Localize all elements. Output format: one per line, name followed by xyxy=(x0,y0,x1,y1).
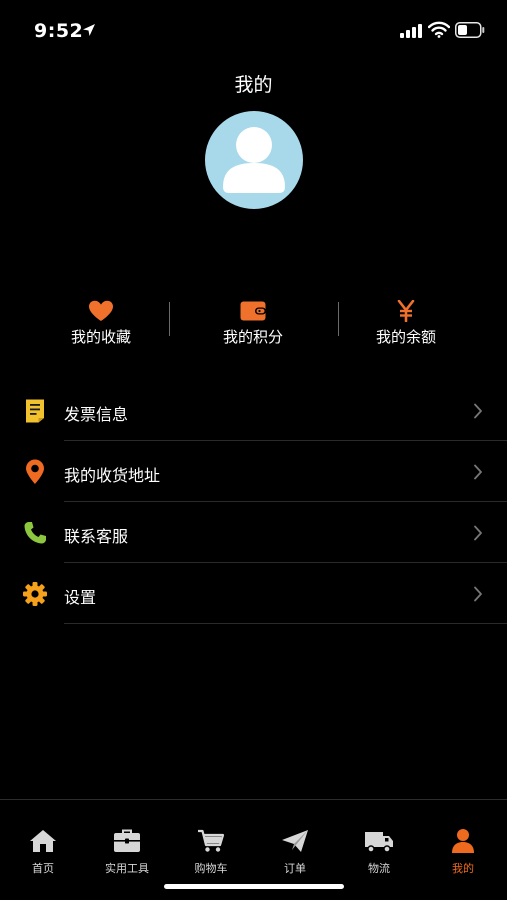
user-silhouette-icon xyxy=(223,127,285,193)
chevron-right-icon xyxy=(474,525,482,541)
heart-icon xyxy=(89,300,113,321)
location-arrow-icon xyxy=(83,24,95,36)
wifi-icon xyxy=(428,21,450,38)
menu-list: 发票信息 我的收货地址 联系客服 设置 xyxy=(0,380,507,624)
menu-item-address[interactable]: 我的收货地址 xyxy=(0,441,507,502)
phone-icon xyxy=(24,522,46,544)
stat-points[interactable]: 我的积分 xyxy=(193,298,313,348)
location-pin-icon xyxy=(26,459,44,484)
stat-balance[interactable]: 我的余额 xyxy=(346,298,466,348)
toolbox-icon xyxy=(114,829,140,852)
stat-favorites[interactable]: 我的收藏 xyxy=(41,298,161,348)
tab-logistics[interactable]: 物流 xyxy=(337,828,421,878)
tab-mine[interactable]: 我的 xyxy=(421,828,505,878)
status-time: 9:52 xyxy=(34,20,84,42)
menu-item-label: 发票信息 xyxy=(64,405,129,424)
stat-divider xyxy=(169,302,170,336)
avatar[interactable] xyxy=(205,111,303,209)
menu-item-label: 我的收货地址 xyxy=(64,466,161,485)
cart-icon xyxy=(198,829,225,852)
home-indicator xyxy=(164,884,344,889)
page-title: 我的 xyxy=(234,74,273,96)
tab-home[interactable]: 首页 xyxy=(1,828,85,878)
chevron-right-icon xyxy=(474,586,482,602)
tab-label: 购物车 xyxy=(194,862,228,875)
stat-divider xyxy=(338,302,339,336)
tab-label: 我的 xyxy=(452,862,474,875)
gear-icon xyxy=(23,582,47,606)
yen-icon xyxy=(397,300,415,322)
cellular-signal-icon xyxy=(400,24,422,38)
menu-item-settings[interactable]: 设置 xyxy=(0,563,507,624)
tab-tools[interactable]: 实用工具 xyxy=(85,828,169,878)
tab-label: 首页 xyxy=(32,862,54,875)
menu-item-invoice[interactable]: 发票信息 xyxy=(0,380,507,441)
invoice-icon xyxy=(26,399,44,423)
tab-orders[interactable]: 订单 xyxy=(253,828,337,878)
menu-item-label: 联系客服 xyxy=(64,527,129,546)
stat-label: 我的积分 xyxy=(222,328,283,346)
stat-label: 我的余额 xyxy=(375,328,436,346)
tab-label: 实用工具 xyxy=(105,862,149,875)
tab-cart[interactable]: 购物车 xyxy=(169,828,253,878)
stat-label: 我的收藏 xyxy=(70,328,131,346)
chevron-right-icon xyxy=(474,403,482,419)
stats-row: 我的收藏 我的积分 我的余额 xyxy=(0,298,507,348)
battery-icon xyxy=(455,22,485,38)
divider xyxy=(64,623,507,624)
paper-plane-icon xyxy=(282,830,308,852)
home-icon xyxy=(30,830,56,852)
truck-icon xyxy=(365,832,393,853)
person-icon xyxy=(452,829,474,853)
tab-label: 订单 xyxy=(284,862,306,875)
chevron-right-icon xyxy=(474,464,482,480)
status-bar: 9:52 xyxy=(0,0,507,60)
menu-item-label: 设置 xyxy=(64,588,97,607)
menu-item-customer-service[interactable]: 联系客服 xyxy=(0,502,507,563)
tab-label: 物流 xyxy=(368,862,390,875)
wallet-icon xyxy=(240,301,266,321)
